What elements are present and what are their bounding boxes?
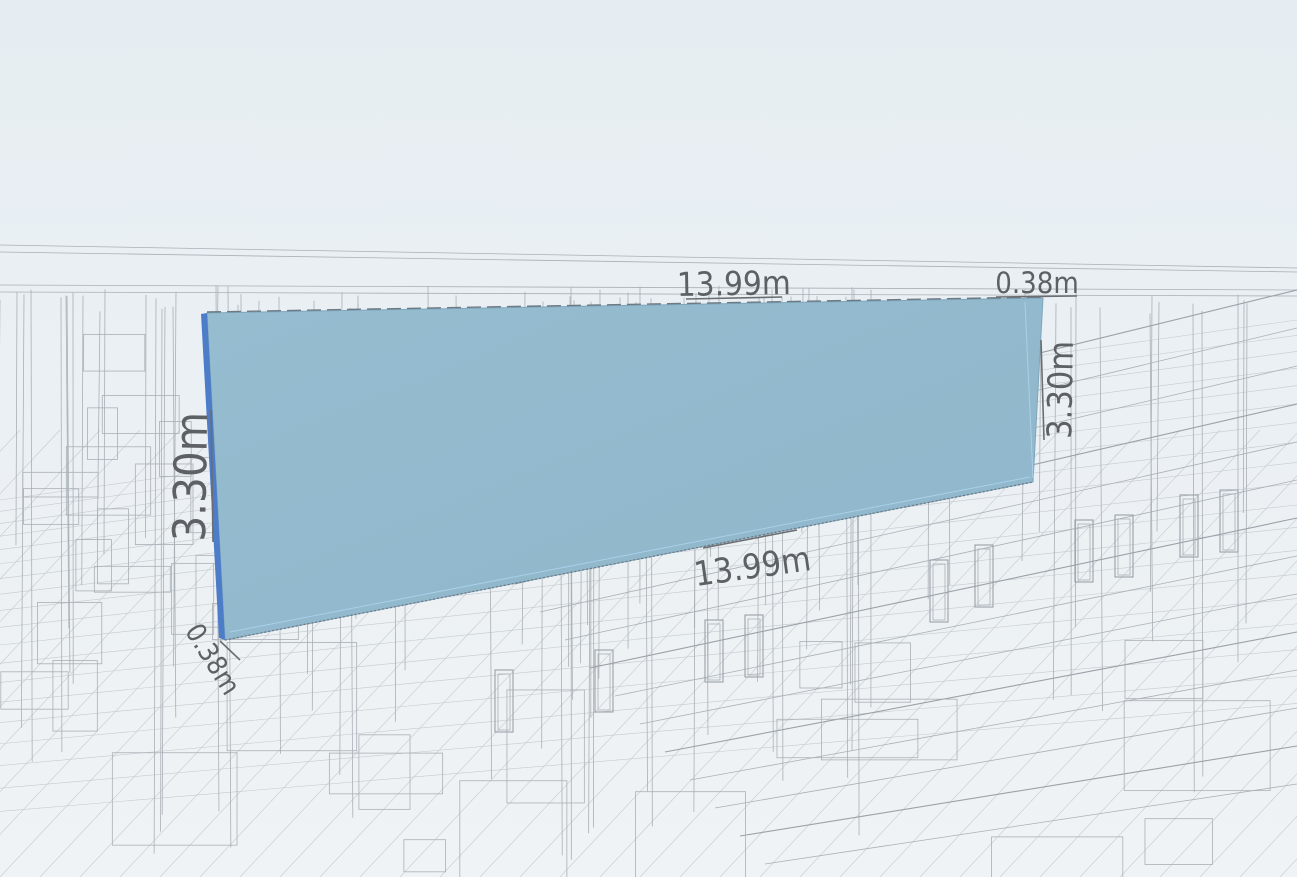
top-length-label: 13.99m	[677, 263, 792, 304]
3d-viewport[interactable]: 13.99m 0.38m 3.30m 3.30m 13.99m 0.38m	[0, 0, 1297, 877]
top-thickness-label: 0.38m	[995, 266, 1079, 300]
left-height-label: 3.30m	[163, 411, 218, 541]
3d-scene[interactable]: 13.99m 0.38m 3.30m 3.30m 13.99m 0.38m	[0, 0, 1297, 877]
right-height-label: 3.30m	[1040, 341, 1082, 440]
